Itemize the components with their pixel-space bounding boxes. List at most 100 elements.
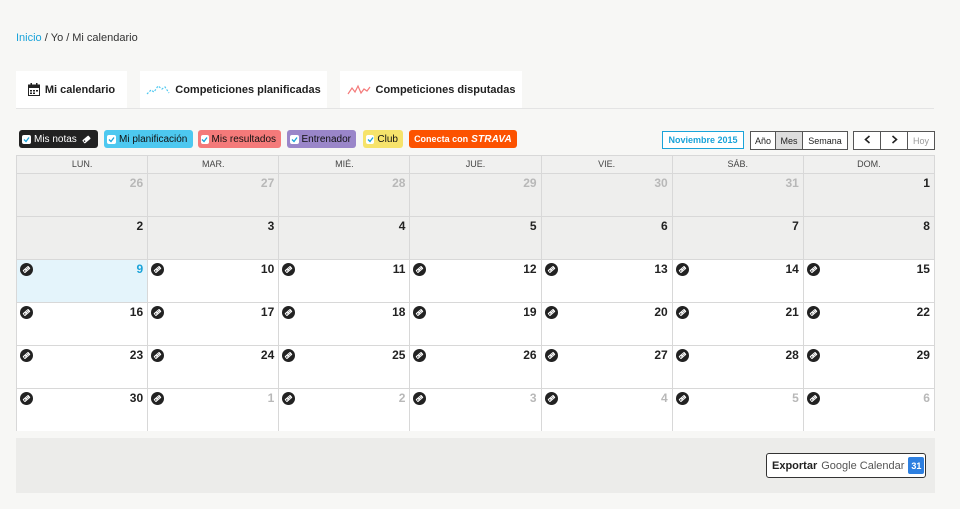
day-number: 1 (923, 176, 930, 190)
calendar-day-cell[interactable]: 9 (17, 260, 149, 302)
calendar-day-cell[interactable]: 13 (541, 260, 673, 302)
calendar-day-cell[interactable]: 18 (279, 303, 411, 345)
view-month-button[interactable]: Mes (776, 132, 803, 149)
checkbox-checked-icon[interactable] (22, 134, 31, 144)
today-button[interactable]: Hoy (908, 132, 934, 149)
calendar-day-cell[interactable]: 8 (803, 217, 934, 259)
calendar-day-cell[interactable]: 31 (672, 174, 804, 216)
add-note-icon[interactable] (282, 392, 296, 405)
add-note-icon[interactable] (151, 392, 165, 405)
calendar-day-cell[interactable]: 17 (148, 303, 280, 345)
calendar-day-cell[interactable]: 20 (541, 303, 673, 345)
breadcrumb-current: Mi calendario (72, 32, 138, 44)
calendar-day-cell[interactable]: 28 (279, 174, 411, 216)
calendar-day-cell[interactable]: 28 (672, 346, 804, 388)
tab-mi-calendario[interactable]: Mi calendario (16, 71, 127, 108)
tab-competiciones-planificadas[interactable]: Competiciones planificadas (140, 71, 327, 108)
connect-strava-button[interactable]: Conecta con STRAVA (409, 130, 517, 148)
add-note-icon[interactable] (282, 306, 296, 319)
add-note-icon[interactable] (282, 263, 296, 276)
add-note-icon[interactable] (282, 349, 296, 362)
calendar-week-row: 23 24 25 26 27 28 29 (17, 346, 934, 389)
calendar-day-cell[interactable]: 1 (803, 174, 934, 216)
add-note-icon[interactable] (675, 392, 689, 405)
calendar-day-cell[interactable]: 21 (672, 303, 804, 345)
add-note-icon[interactable] (806, 392, 820, 405)
add-note-icon[interactable] (20, 306, 33, 319)
calendar-week-row: 30 1 2 3 4 5 6 (17, 389, 934, 431)
calendar-day-cell[interactable]: 4 (541, 389, 673, 431)
checkbox-checked-icon[interactable] (290, 134, 299, 144)
month-calendar: LUN. MAR. MIÉ. JUE. VIE. SÁB. DOM. 26 27 28 29 30 3… (16, 155, 935, 431)
add-note-icon[interactable] (806, 263, 820, 276)
calendar-day-cell[interactable]: 11 (279, 260, 411, 302)
add-note-icon[interactable] (20, 263, 33, 276)
filter-mi-planificacion[interactable]: Mi planificación (104, 130, 193, 148)
calendar-day-cell[interactable]: 3 (410, 389, 542, 431)
add-note-icon[interactable] (151, 263, 165, 276)
completed-line-icon (347, 84, 371, 96)
calendar-day-cell[interactable]: 30 (17, 389, 149, 431)
calendar-day-cell[interactable]: 3 (148, 217, 280, 259)
add-note-icon[interactable] (544, 349, 558, 362)
view-week-button[interactable]: Semana (803, 132, 847, 149)
add-note-icon[interactable] (544, 306, 558, 319)
add-note-icon[interactable] (20, 392, 33, 405)
next-month-button[interactable] (881, 132, 908, 149)
calendar-day-cell[interactable]: 7 (672, 217, 804, 259)
calendar-day-cell[interactable]: 22 (803, 303, 934, 345)
calendar-day-cell[interactable]: 30 (541, 174, 673, 216)
calendar-day-cell[interactable]: 25 (279, 346, 411, 388)
breadcrumb-me[interactable]: Yo (51, 32, 63, 44)
add-note-icon[interactable] (413, 349, 427, 362)
add-note-icon[interactable] (544, 263, 558, 276)
current-month-button[interactable]: Noviembre 2015 (662, 131, 744, 149)
calendar-day-cell[interactable]: 5 (410, 217, 542, 259)
add-note-icon[interactable] (675, 349, 689, 362)
calendar-day-cell[interactable]: 27 (148, 174, 280, 216)
checkbox-checked-icon[interactable] (107, 134, 116, 144)
calendar-day-cell[interactable]: 26 (17, 174, 149, 216)
calendar-day-cell[interactable]: 14 (672, 260, 804, 302)
calendar-day-cell[interactable]: 26 (410, 346, 542, 388)
checkbox-checked-icon[interactable] (366, 134, 375, 144)
add-note-icon[interactable] (413, 392, 427, 405)
filter-mis-resultados[interactable]: Mis resultados (198, 130, 281, 148)
add-note-icon[interactable] (806, 349, 820, 362)
calendar-day-cell[interactable]: 29 (410, 174, 542, 216)
calendar-day-cell[interactable]: 19 (410, 303, 542, 345)
tab-competiciones-disputadas[interactable]: Competiciones disputadas (340, 71, 522, 108)
calendar-day-cell[interactable]: 24 (148, 346, 280, 388)
calendar-day-cell[interactable]: 29 (803, 346, 934, 388)
view-year-button[interactable]: Año (751, 132, 776, 149)
calendar-day-cell[interactable]: 23 (17, 346, 149, 388)
filter-entrenador[interactable]: Entrenador (287, 130, 356, 148)
calendar-day-cell[interactable]: 5 (672, 389, 804, 431)
checkbox-checked-icon[interactable] (201, 134, 209, 144)
add-note-icon[interactable] (675, 306, 689, 319)
export-google-calendar-button[interactable]: Exportar Google Calendar 31 (766, 453, 926, 478)
calendar-day-cell[interactable]: 6 (541, 217, 673, 259)
add-note-icon[interactable] (806, 306, 820, 319)
prev-month-button[interactable] (854, 132, 881, 149)
add-note-icon[interactable] (675, 263, 689, 276)
calendar-day-cell[interactable]: 12 (410, 260, 542, 302)
calendar-day-cell[interactable]: 16 (17, 303, 149, 345)
calendar-day-cell[interactable]: 1 (148, 389, 280, 431)
breadcrumb-home-link[interactable]: Inicio (16, 32, 42, 44)
add-note-icon[interactable] (20, 349, 33, 362)
add-note-icon[interactable] (413, 263, 427, 276)
calendar-day-cell[interactable]: 6 (803, 389, 934, 431)
add-note-icon[interactable] (413, 306, 427, 319)
add-note-icon[interactable] (151, 306, 165, 319)
calendar-day-cell[interactable]: 10 (148, 260, 280, 302)
calendar-day-cell[interactable]: 2 (17, 217, 149, 259)
calendar-day-cell[interactable]: 2 (279, 389, 411, 431)
calendar-day-cell[interactable]: 27 (541, 346, 673, 388)
filter-club[interactable]: Club (363, 130, 403, 148)
calendar-day-cell[interactable]: 4 (279, 217, 411, 259)
calendar-day-cell[interactable]: 15 (803, 260, 934, 302)
filter-mis-notas[interactable]: Mis notas (19, 130, 98, 148)
add-note-icon[interactable] (151, 349, 165, 362)
add-note-icon[interactable] (544, 392, 558, 405)
